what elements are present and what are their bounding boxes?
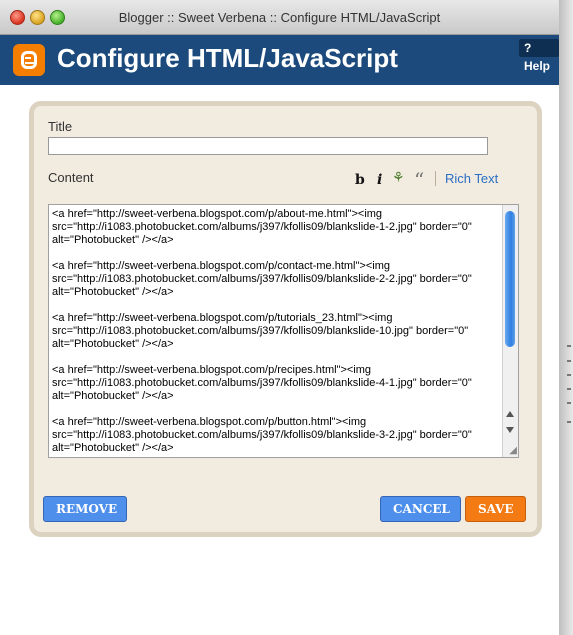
- title-label: Title: [48, 119, 73, 134]
- content-textarea[interactable]: <a href="http://sweet-verbena.blogspot.c…: [48, 204, 519, 458]
- scroll-up-arrow-icon[interactable]: [506, 411, 514, 417]
- background-window-mark: [567, 388, 571, 390]
- insert-link-icon[interactable]: ⚘: [392, 169, 405, 186]
- scroll-down-arrow-icon[interactable]: [506, 427, 514, 433]
- background-window-mark: [567, 345, 571, 347]
- blogger-logo-icon: [13, 44, 45, 76]
- remove-button[interactable]: REMOVE: [43, 496, 127, 522]
- title-input[interactable]: [48, 137, 488, 155]
- background-window-edge: [559, 0, 573, 635]
- background-window-mark: [567, 421, 571, 423]
- resize-grip-icon[interactable]: ◢: [509, 446, 517, 456]
- page-title: Configure HTML/JavaScript: [57, 43, 398, 73]
- toolbar-divider: [435, 171, 436, 186]
- background-window-mark: [567, 360, 571, 362]
- help-button[interactable]: ? Help: [519, 39, 559, 73]
- cancel-button[interactable]: CANCEL: [380, 496, 461, 522]
- blockquote-icon[interactable]: “: [414, 168, 424, 192]
- bold-button[interactable]: b: [355, 172, 365, 188]
- content-scrollbar[interactable]: [502, 205, 518, 457]
- window-titlebar: Blogger :: Sweet Verbena :: Configure HT…: [0, 0, 559, 35]
- dialog-header: Configure HTML/JavaScript ? Help: [0, 35, 559, 85]
- background-window-mark: [567, 374, 571, 376]
- italic-button[interactable]: i: [377, 172, 382, 188]
- save-button[interactable]: SAVE: [465, 496, 526, 522]
- content-label: Content: [48, 170, 94, 185]
- scrollbar-thumb[interactable]: [505, 211, 515, 347]
- content-textarea-text[interactable]: <a href="http://sweet-verbena.blogspot.c…: [52, 208, 502, 455]
- background-window-mark: [567, 402, 571, 404]
- window-title: Blogger :: Sweet Verbena :: Configure HT…: [118, 10, 441, 25]
- rich-text-link[interactable]: Rich Text: [445, 171, 498, 186]
- widget-form-panel: Title Content b i ⚘ “ Rich Text <a href=…: [29, 101, 542, 537]
